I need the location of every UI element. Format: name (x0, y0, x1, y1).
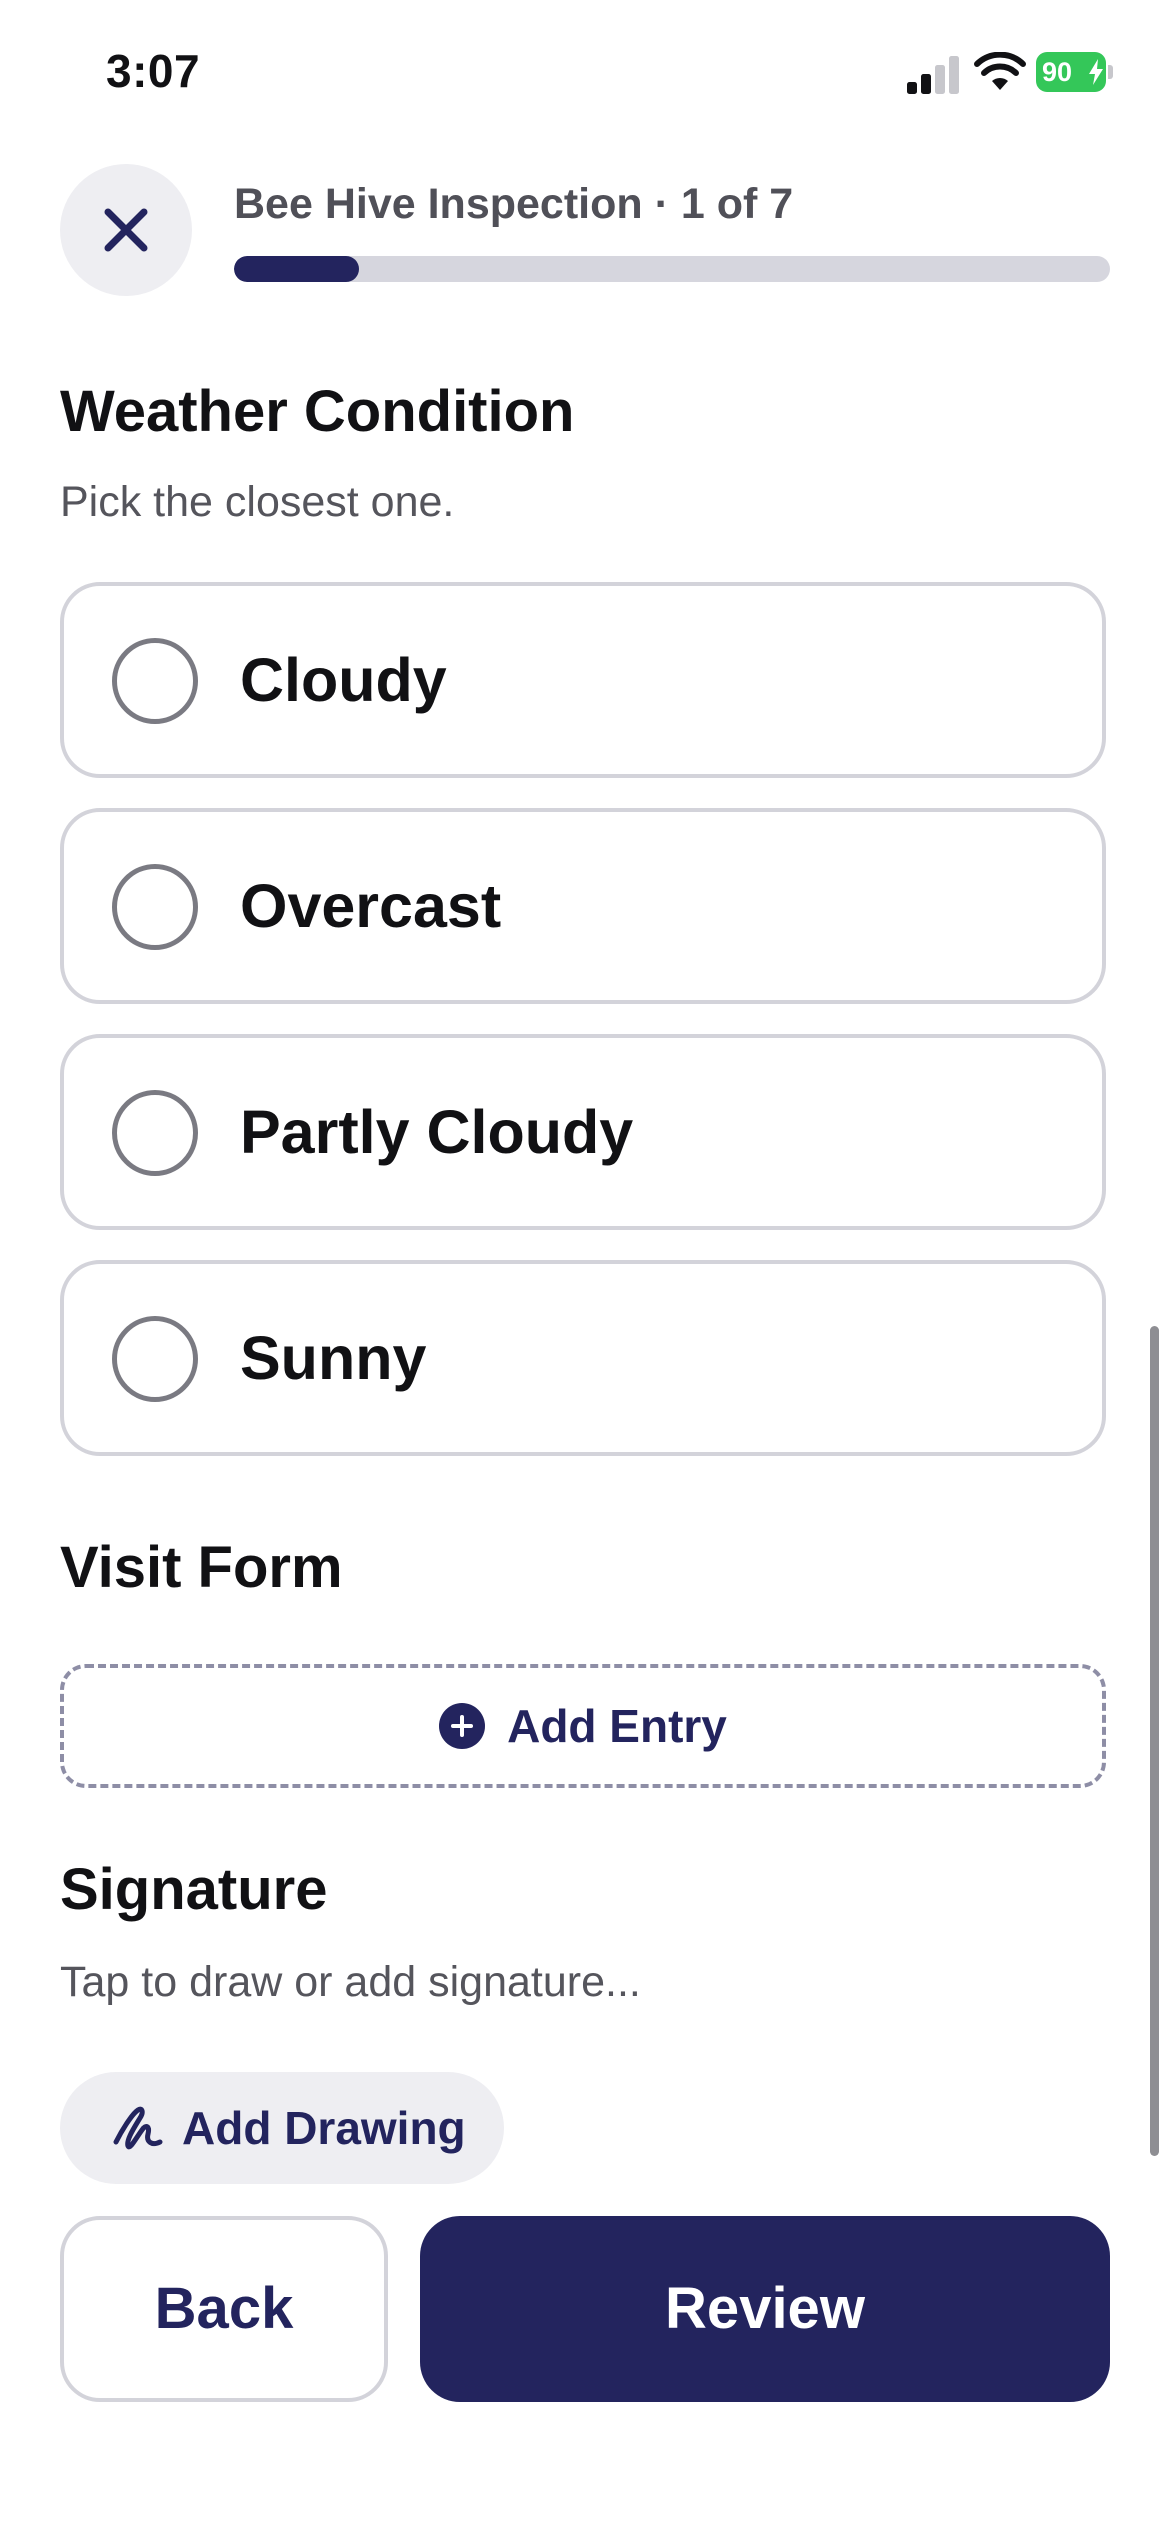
signal-icon (907, 56, 959, 94)
progress-bar (234, 256, 1110, 282)
weather-option-sunny[interactable]: Sunny (60, 1260, 1106, 1456)
battery-charging-icon: 90 (1036, 52, 1114, 92)
battery-tip (1108, 65, 1113, 79)
scroll-indicator[interactable] (1150, 1326, 1159, 2156)
weather-section-title: Weather Condition (60, 379, 575, 444)
option-label: Partly Cloudy (240, 1098, 634, 1166)
signature-title: Signature (60, 1857, 328, 1922)
status-time: 3:07 (106, 45, 201, 97)
signature-icon (113, 2106, 163, 2150)
weather-option-cloudy[interactable]: Cloudy (60, 582, 1106, 778)
review-button[interactable]: Review (420, 2216, 1110, 2402)
add-drawing-label: Add Drawing (182, 2102, 466, 2154)
option-label: Cloudy (240, 646, 447, 714)
weather-option-partly-cloudy[interactable]: Partly Cloudy (60, 1034, 1106, 1230)
progress-fill (234, 256, 360, 282)
plus-circle-icon (439, 1703, 486, 1749)
header-title: Bee Hive Inspection · 1 of 7 (234, 180, 794, 228)
add-entry-button[interactable]: Add Entry (60, 1664, 1106, 1788)
add-drawing-button[interactable]: Add Drawing (60, 2072, 504, 2184)
add-entry-label: Add Entry (507, 1700, 727, 1752)
visit-form-title: Visit Form (60, 1535, 343, 1600)
option-label: Sunny (240, 1324, 427, 1392)
radio-button[interactable] (112, 864, 198, 950)
close-icon (104, 208, 148, 252)
bolt-icon (1089, 59, 1103, 85)
back-button[interactable]: Back (60, 2216, 388, 2402)
signature-placeholder[interactable]: Tap to draw or add signature... (60, 1958, 641, 2007)
option-label: Overcast (240, 872, 502, 940)
wifi-icon (974, 52, 1026, 90)
radio-button[interactable] (112, 1090, 198, 1176)
radio-button[interactable] (112, 1316, 198, 1402)
weather-section-subtitle: Pick the closest one. (60, 478, 455, 526)
close-button[interactable] (60, 164, 192, 296)
radio-button[interactable] (112, 638, 198, 724)
weather-option-overcast[interactable]: Overcast (60, 808, 1106, 1004)
